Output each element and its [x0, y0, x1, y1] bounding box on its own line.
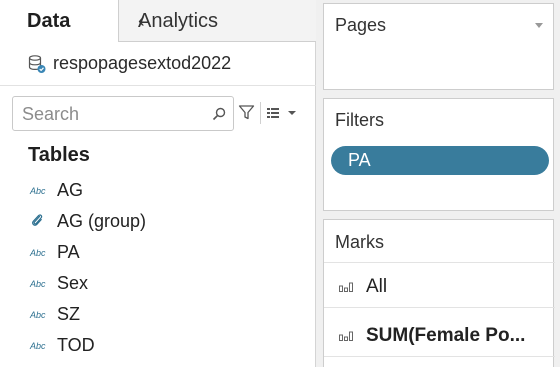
- collapse-pane-icon[interactable]: ‹: [138, 10, 306, 33]
- filters-shelf[interactable]: Filters PA: [323, 98, 554, 211]
- marks-card: Marks All SUM(Female Po...: [323, 219, 555, 367]
- field-label: Sex: [57, 273, 89, 293]
- field-item-sz[interactable]: Abc SZ: [0, 298, 316, 329]
- toolbar-separator: [260, 102, 261, 124]
- filter-icon[interactable]: [238, 104, 255, 121]
- marks-all-row[interactable]: All: [324, 264, 555, 308]
- tab-data[interactable]: Data: [0, 0, 119, 42]
- shelves-column: Pages Filters PA Marks All SUM(Female Po…: [316, 0, 560, 367]
- string-type-icon: Abc: [30, 248, 46, 258]
- string-type-icon: Abc: [30, 310, 46, 320]
- datasource-icon: [28, 55, 46, 73]
- filters-title: Filters: [335, 110, 384, 130]
- field-label: AG (group): [57, 211, 147, 231]
- field-label: PA: [57, 242, 80, 262]
- bar-mark-icon: [339, 331, 353, 341]
- tab-data-label: Data: [27, 10, 71, 32]
- paperclip-icon: [32, 214, 43, 226]
- tables-heading: Tables: [28, 144, 90, 166]
- tab-analytics[interactable]: Analytics ‹: [119, 0, 316, 42]
- search-input[interactable]: [22, 101, 202, 127]
- data-pane: Data Analytics ‹ respopagesextod2022 Sea…: [0, 0, 316, 367]
- field-item-ag[interactable]: Abc AG: [0, 174, 316, 205]
- field-item-ag-group[interactable]: AG (group): [0, 205, 316, 236]
- pane-tabbar: Data Analytics ‹: [0, 0, 316, 42]
- mark-label: SUM(Female Po...: [366, 325, 526, 346]
- string-type-icon: Abc: [30, 341, 46, 351]
- field-list: Abc AG AG (group) Abc PA Abc Sex Abc SZ …: [0, 174, 316, 360]
- caret-down-icon[interactable]: [535, 23, 543, 28]
- marks-title: Marks: [335, 232, 384, 252]
- divider: [324, 262, 555, 263]
- string-type-icon: Abc: [30, 279, 46, 289]
- search-box[interactable]: [12, 96, 234, 131]
- field-item-pa[interactable]: Abc PA: [0, 236, 316, 267]
- field-item-sex[interactable]: Abc Sex: [0, 267, 316, 298]
- search-icon[interactable]: [211, 106, 227, 122]
- filter-pill-pa[interactable]: PA: [331, 146, 549, 175]
- divider: [0, 85, 316, 86]
- filter-pill-label: PA: [348, 150, 371, 170]
- pages-shelf[interactable]: Pages: [323, 3, 554, 90]
- field-item-tod[interactable]: Abc TOD: [0, 329, 316, 360]
- field-label: SZ: [57, 304, 81, 324]
- pages-title: Pages: [335, 15, 387, 35]
- marks-measure-row[interactable]: SUM(Female Po...: [324, 313, 555, 357]
- field-label: TOD: [57, 335, 95, 355]
- bar-mark-icon: [339, 282, 353, 292]
- view-options-icon[interactable]: [266, 106, 298, 120]
- field-label: AG: [57, 180, 84, 200]
- string-type-icon: Abc: [30, 186, 46, 196]
- datasource-name: respopagesextod2022: [53, 53, 232, 73]
- mark-label: All: [366, 276, 388, 297]
